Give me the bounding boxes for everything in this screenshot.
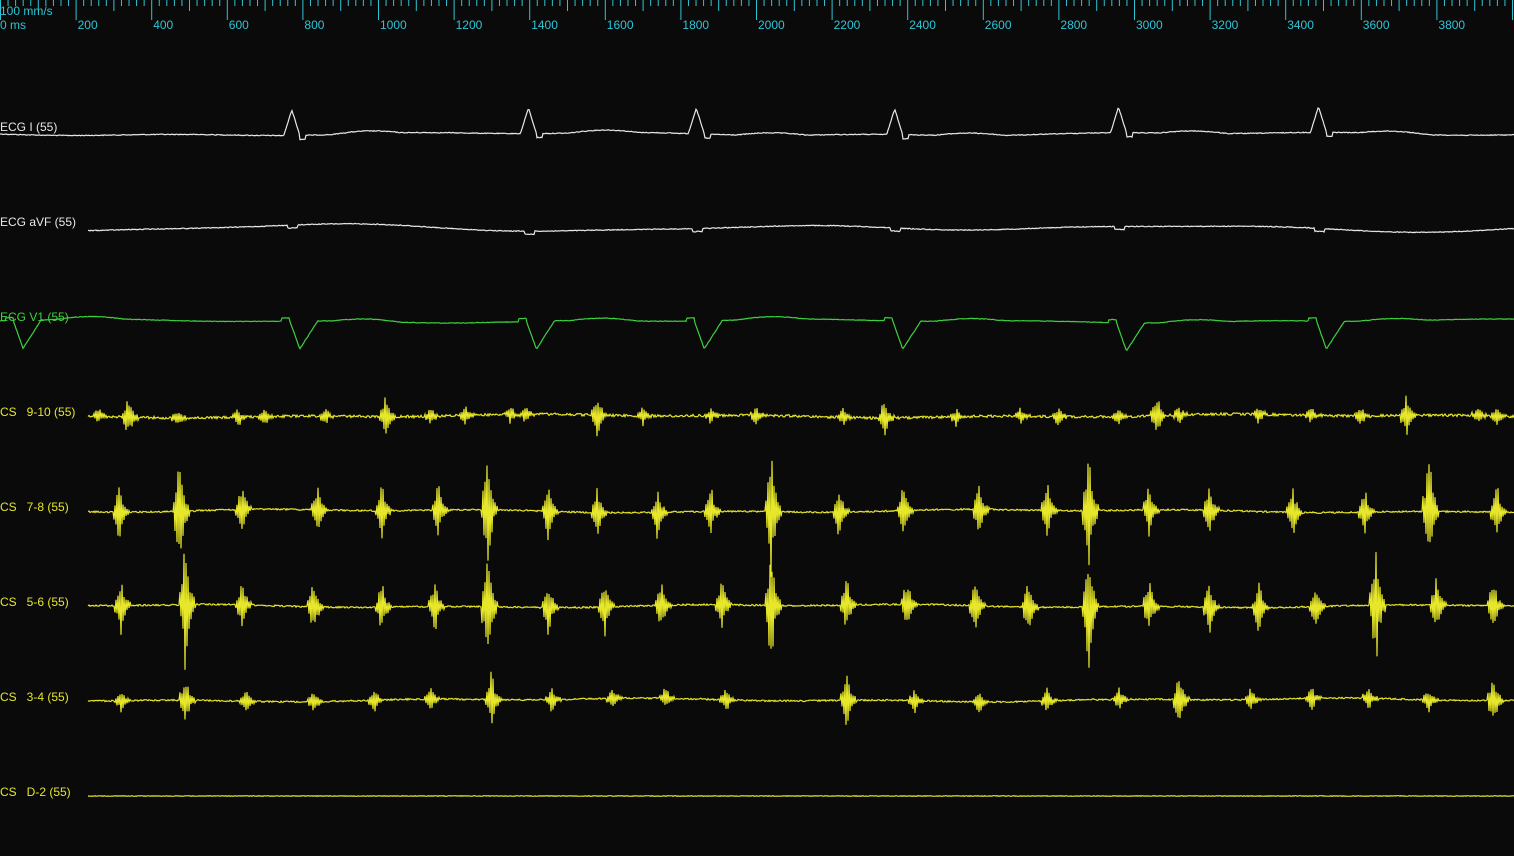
channel-label-cs-7-8: CS 7-8 (55): [0, 500, 69, 514]
trace-cs-9-10: [87, 395, 1514, 437]
trace-ecg-v1: [0, 315, 1514, 352]
channel-label-ecg-avf: ECG aVF (55): [0, 215, 77, 229]
channel-label-ecg-i: ECG I (55): [0, 120, 58, 134]
trace-cs-5-6: [87, 552, 1514, 670]
channel-label-cs-3-4: CS 3-4 (55): [0, 690, 69, 704]
signal-traces: [0, 107, 1514, 797]
channel-label-cs-5-6: CS 5-6 (55): [0, 595, 69, 609]
channel-label-cs-d-2: CS D-2 (55): [0, 785, 71, 799]
trace-cs-3-4: [87, 671, 1514, 725]
trace-cs-7-8: [87, 460, 1514, 577]
trace-ecg-avf: [87, 222, 1514, 236]
trace-ecg-i: [0, 107, 1514, 141]
channel-label-ecg-v1: ECG V1 (55): [0, 310, 69, 324]
channel-label-cs-9-10: CS 9-10 (55): [0, 405, 76, 419]
trace-cs-d-2: [87, 795, 1514, 797]
